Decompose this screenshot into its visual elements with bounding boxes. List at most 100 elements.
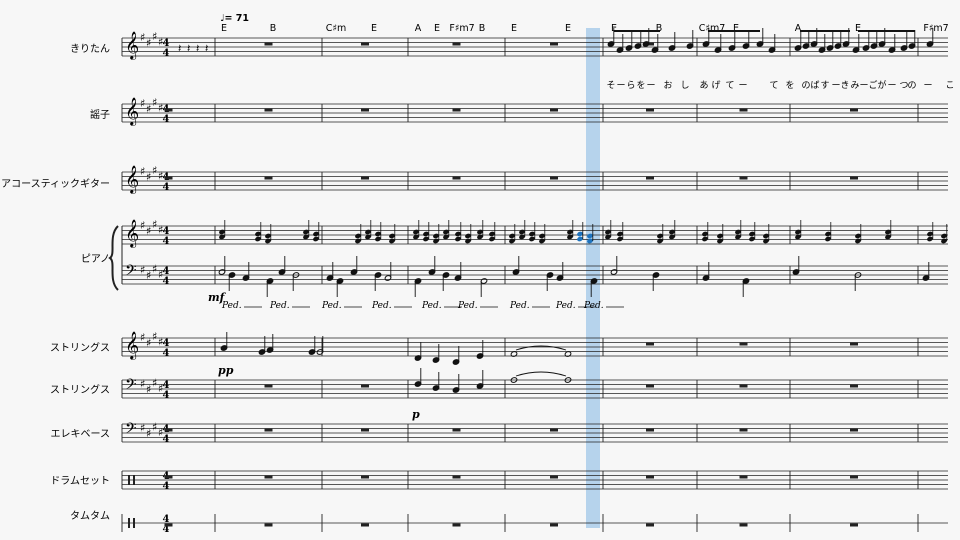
whole-rest-icon	[550, 42, 558, 46]
chord-symbol[interactable]: E	[221, 23, 227, 34]
whole-rest-icon	[452, 108, 461, 112]
chord-symbol[interactable]: C♯m7	[699, 23, 726, 34]
chord-symbol[interactable]: B	[270, 23, 277, 34]
lyric-syllable[interactable]: ご	[868, 79, 877, 91]
lyric-syllable[interactable]: し	[680, 80, 689, 91]
instrument-label-strings-bass[interactable]: ストリングス	[50, 383, 110, 396]
whole-rest-icon	[452, 475, 461, 479]
lyric-syllable[interactable]: こ	[945, 81, 954, 91]
dynamic-piano-mf[interactable]: mf	[208, 291, 227, 304]
whole-rest-icon	[850, 428, 858, 432]
whole-rest-icon	[646, 523, 654, 527]
whole-rest-icon	[264, 42, 273, 46]
lyric-syllable[interactable]: ー	[859, 81, 868, 91]
lyric-syllable[interactable]: げ	[711, 80, 720, 91]
whole-rest-icon	[164, 176, 173, 180]
lyric-syllable[interactable]: を	[636, 80, 645, 91]
chord-symbol[interactable]: E	[371, 23, 377, 34]
lyric-syllable[interactable]: そ	[606, 80, 615, 91]
instrument-label-strings-treble[interactable]: ストリングス	[50, 341, 110, 354]
staff: 𝄢♯♯♯♯44	[121, 262, 948, 287]
chord-symbol-row: EBC♯mEAEF♯m7BEEEBC♯m7EAEF♯m7	[221, 23, 949, 34]
sharp-icon: ♯	[146, 427, 151, 440]
lyric-syllable[interactable]: ー	[616, 81, 625, 91]
chord-symbol[interactable]: E	[434, 23, 440, 34]
instrument-label-piano[interactable]: ピアノ	[81, 253, 110, 265]
chord-symbol[interactable]: B	[656, 23, 663, 34]
percussion-clef-icon	[133, 518, 135, 528]
score-canvas[interactable]: ♩= 71 EBC♯mEAEF♯m7BEEEBC♯m7EAEF♯m7 𝄞♯♯♯♯…	[0, 0, 960, 540]
lyric-syllable[interactable]: を	[785, 80, 794, 91]
sharp-icon: ♯	[140, 422, 145, 435]
lyric-syllable[interactable]: き	[840, 80, 849, 91]
chord-symbol[interactable]: E	[733, 23, 739, 34]
instrument-label-electric-bass[interactable]: エレキベース	[51, 428, 111, 440]
instrument-label-koto[interactable]: 謡子	[90, 108, 110, 121]
lyric-syllable[interactable]: の	[907, 81, 916, 91]
staff: 𝄞♯♯♯♯44	[121, 30, 948, 60]
sharp-icon: ♯	[146, 337, 151, 350]
lyric-syllable[interactable]: す	[820, 80, 829, 91]
dynamic-strings-p[interactable]: p	[412, 408, 420, 421]
chord-symbol[interactable]: C♯m	[326, 23, 346, 34]
lyric-syllable[interactable]: あ	[699, 80, 708, 91]
lyric-syllable[interactable]: ば	[810, 80, 819, 91]
whole-rest-icon	[361, 475, 369, 479]
sharp-icon: ♯	[152, 263, 157, 276]
instrument-label-drum-set[interactable]: ドラムセット	[50, 475, 110, 487]
instrument-label-tom-tom[interactable]: タムタム	[70, 510, 110, 522]
chord-symbol[interactable]: F♯m7	[449, 23, 474, 34]
whole-rest-icon	[361, 108, 369, 112]
rest-marks: 𝄽	[205, 42, 208, 55]
chord-symbol[interactable]: F♯m7	[923, 23, 948, 34]
lyric-syllable[interactable]: ー	[738, 81, 747, 91]
whole-rest-icon	[550, 428, 558, 432]
chord-symbol[interactable]: E	[511, 23, 517, 34]
lyric-syllable[interactable]: ー	[831, 81, 840, 91]
whole-rest-icon	[739, 176, 748, 180]
pedal-mark-icon: Ped.	[457, 301, 478, 311]
staff: 44	[121, 470, 948, 492]
instrument-label-kiritan[interactable]: きりたん	[70, 43, 110, 55]
playback-cursor[interactable]	[586, 28, 600, 528]
lyric-syllable[interactable]: み	[850, 80, 859, 91]
lyric-syllable[interactable]: ー	[887, 81, 896, 91]
sharp-icon: ♯	[146, 269, 151, 282]
chord-symbol[interactable]: B	[479, 23, 486, 34]
pedal-mark-icon: Ped.	[371, 301, 392, 311]
lyric-syllable[interactable]: ー	[646, 81, 655, 91]
chord-symbol[interactable]: E	[855, 23, 861, 34]
sharp-icon: ♯	[140, 264, 145, 277]
staff: 𝄞♯♯♯♯44	[121, 164, 948, 194]
lyric-syllable[interactable]: て	[725, 81, 734, 91]
notation-layer: 𝄽 𝄽 𝄽 𝄽Ped. Ped. Ped. Ped. Ped. Ped. Ped. Ped. Ped.	[164, 28, 948, 527]
percussion-clef-icon	[128, 475, 130, 485]
whole-rest-icon	[452, 42, 461, 46]
whole-rest-icon	[850, 384, 858, 388]
staff: 𝄢♯♯♯♯44	[121, 376, 948, 401]
dynamic-strings-pp[interactable]: pp	[218, 364, 234, 377]
sharp-icon: ♯	[140, 331, 145, 344]
lyric-syllable[interactable]: ら	[626, 80, 635, 91]
chord-symbol[interactable]: E	[565, 23, 571, 34]
time-signature-bottom: 4	[163, 390, 170, 401]
sharp-icon: ♯	[152, 30, 157, 43]
lyric-syllable[interactable]: お	[663, 80, 672, 91]
lyric-syllable[interactable]: が	[877, 79, 886, 91]
sharp-icon: ♯	[140, 165, 145, 178]
whole-rest-icon	[550, 176, 558, 180]
whole-rest-icon	[164, 523, 173, 527]
staff: 𝄢♯♯♯♯44	[121, 420, 948, 445]
lyric-syllable[interactable]: ー	[923, 81, 932, 91]
whole-rest-icon	[264, 176, 273, 180]
lyric-syllable[interactable]: の	[801, 81, 810, 91]
whole-rest-icon	[739, 384, 748, 388]
pedal-mark-icon: Ped.	[321, 301, 342, 311]
lyric-syllable[interactable]: て	[769, 81, 778, 91]
whole-rest-icon	[646, 384, 654, 388]
whole-rest-icon	[361, 384, 369, 388]
time-signature-bottom: 4	[163, 434, 170, 445]
chord-symbol[interactable]: A	[415, 23, 422, 34]
instrument-label-acoustic-guitar[interactable]: アコースティックギター	[1, 178, 110, 190]
time-signature-bottom: 4	[163, 348, 170, 359]
